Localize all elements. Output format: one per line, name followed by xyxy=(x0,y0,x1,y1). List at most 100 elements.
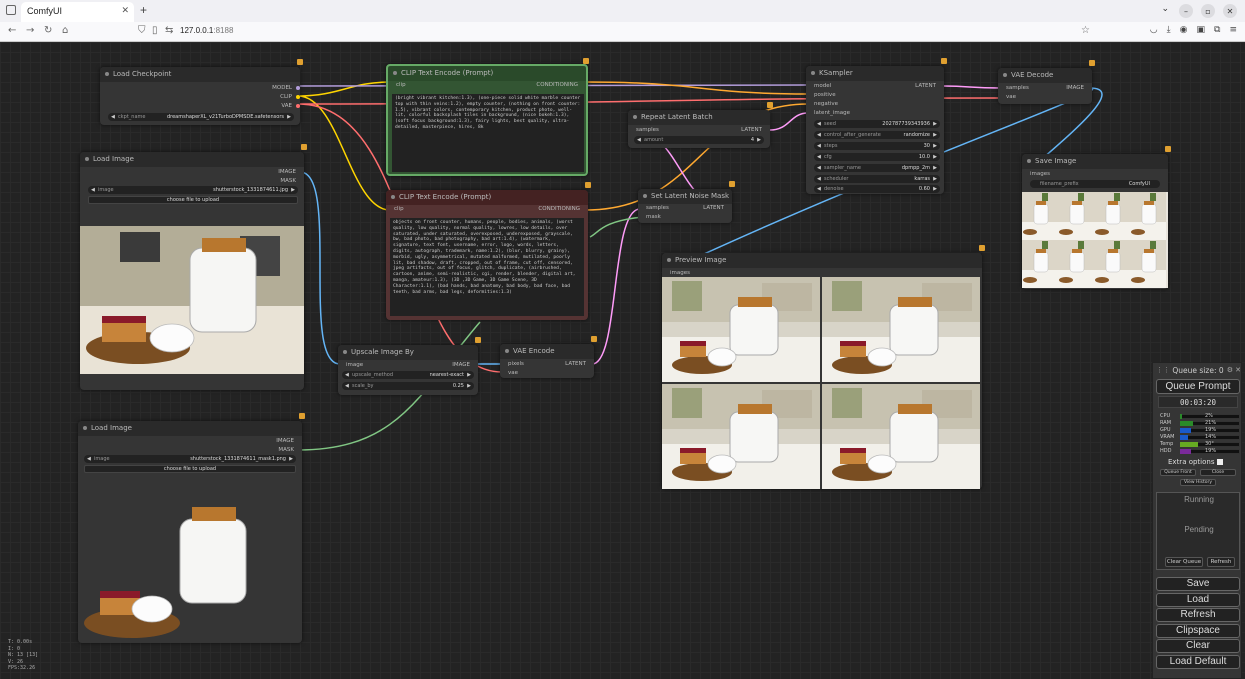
output-image[interactable]: IMAGE xyxy=(276,438,294,444)
input-clip[interactable]: clip xyxy=(394,206,404,212)
drag-handle-icon[interactable]: ⋮⋮ xyxy=(1156,366,1170,374)
node-load-image-2[interactable]: Load Image IMAGE MASK ◀ image shutterstock… xyxy=(78,413,305,643)
close-button[interactable]: Close xyxy=(1200,469,1236,476)
restore-icon[interactable]: ▫ xyxy=(1201,4,1215,18)
arrow-left-icon[interactable]: ◀ xyxy=(111,114,115,120)
node-repeat-latent-batch[interactable]: Repeat Latent Batch samples LATENT ◀ amou… xyxy=(628,102,773,148)
screenshot-icon[interactable]: ▣ xyxy=(1197,25,1206,35)
output-dot[interactable] xyxy=(296,95,300,99)
close-window-icon[interactable]: ✕ xyxy=(1223,4,1237,18)
output-latent[interactable]: LATENT xyxy=(703,205,724,211)
node-vae-decode[interactable]: VAE Decode samples vae IMAGE xyxy=(998,60,1095,104)
menu-icon[interactable]: ≡ xyxy=(1229,25,1237,35)
ckpt-name-combo[interactable]: ◀ ckpt_name dreamshaperXL_v21TurboDPMSDE… xyxy=(108,113,294,121)
node-save-image[interactable]: Save Image images filename_prefix ComfyUI xyxy=(1022,146,1171,289)
input-samples[interactable]: samples xyxy=(1006,85,1029,91)
view-history-button[interactable]: View History xyxy=(1180,479,1216,486)
image-combo[interactable]: ◀ image shutterstock_1331874611.jpg ▶ xyxy=(88,186,298,194)
node-ksampler[interactable]: KSampler model positive negative latent_… xyxy=(806,58,947,194)
clipspace-button[interactable]: Clipspace xyxy=(1156,624,1240,638)
shield-icon[interactable]: ⛉ xyxy=(138,25,146,36)
denoise-widget[interactable]: ◀ denoise 0.60 ▶ xyxy=(814,185,940,193)
account-icon[interactable]: ◉ xyxy=(1180,25,1188,35)
output-latent[interactable]: LATENT xyxy=(565,361,586,367)
filename-prefix-widget[interactable]: filename_prefix ComfyUI xyxy=(1030,180,1160,188)
node-preview-image[interactable]: Preview Image images xyxy=(662,245,985,489)
save-button[interactable]: Save xyxy=(1156,577,1240,591)
input-vae[interactable]: vae xyxy=(1006,94,1016,100)
upload-button[interactable]: choose file to upload xyxy=(88,196,298,204)
preview-images-grid[interactable] xyxy=(662,277,982,489)
output-image[interactable]: IMAGE xyxy=(278,169,296,175)
input-latent-image[interactable]: latent_image xyxy=(814,110,850,116)
output-vae[interactable]: VAE xyxy=(281,103,292,109)
upscale-method-widget[interactable]: ◀ upscale_method nearest-exact ▶ xyxy=(342,371,474,379)
bookmark-star-icon[interactable]: ☆ xyxy=(1081,25,1090,36)
input-pixels[interactable]: pixels xyxy=(508,361,524,367)
output-latent[interactable]: LATENT xyxy=(915,83,936,89)
input-model[interactable]: model xyxy=(814,83,831,89)
output-mask[interactable]: MASK xyxy=(278,447,294,453)
input-positive[interactable]: positive xyxy=(814,92,836,98)
amount-widget[interactable]: ◀ amount 4 ▶ xyxy=(634,136,764,144)
input-vae[interactable]: vae xyxy=(508,370,518,376)
input-mask[interactable]: mask xyxy=(646,214,661,220)
pocket-icon[interactable]: ◡ xyxy=(1150,25,1158,35)
control-after-generate-widget[interactable]: ◀ control_after_generate randomize ▶ xyxy=(814,131,940,139)
scale-by-widget[interactable]: ◀ scale_by 0.25 ▶ xyxy=(342,382,474,390)
output-mask[interactable]: MASK xyxy=(280,178,296,184)
arrow-right-icon[interactable]: ▶ xyxy=(287,114,291,120)
node-load-checkpoint[interactable]: Load Checkpoint MODEL CLIP VAE ◀ ckpt_na… xyxy=(100,59,303,125)
chevron-down-icon[interactable]: ⌄ xyxy=(1161,4,1169,14)
output-conditioning[interactable]: CONDITIONING xyxy=(536,82,578,88)
input-negative[interactable]: negative xyxy=(814,101,838,107)
home-icon[interactable]: ⌂ xyxy=(62,25,68,36)
output-image[interactable]: IMAGE xyxy=(452,362,470,368)
extensions-icon[interactable]: ⧉ xyxy=(1214,25,1220,35)
clear-button[interactable]: Clear xyxy=(1156,639,1240,653)
output-dot[interactable] xyxy=(296,104,300,108)
node-clip-text-encode-positive[interactable]: CLIP Text Encode (Prompt) clip CONDITION… xyxy=(386,58,589,176)
node-load-image-1[interactable]: Load Image IMAGE MASK ◀ image shutterstock… xyxy=(80,144,307,390)
seed-widget[interactable]: ◀ seed 202787739343936 ▶ xyxy=(814,120,940,128)
extra-options-checkbox[interactable] xyxy=(1217,459,1224,465)
tab-overview-icon[interactable] xyxy=(6,5,16,15)
node-set-latent-noise-mask[interactable]: Set Latent Noise Mask samples mask LATEN… xyxy=(638,181,735,223)
load-default-button[interactable]: Load Default xyxy=(1156,655,1240,669)
minimize-icon[interactable]: – xyxy=(1179,4,1193,18)
input-images[interactable]: images xyxy=(670,270,690,276)
forward-icon[interactable]: → xyxy=(26,25,34,36)
output-latent[interactable]: LATENT xyxy=(741,127,762,133)
close-icon[interactable]: ✕ xyxy=(1235,366,1241,374)
refresh-button[interactable]: Refresh xyxy=(1156,608,1240,622)
steps-widget[interactable]: ◀ steps 30 ▶ xyxy=(814,142,940,150)
scheduler-widget[interactable]: ◀ scheduler karras ▶ xyxy=(814,175,940,183)
upload-button[interactable]: choose file to upload xyxy=(84,465,296,473)
gear-icon[interactable]: ⚙ xyxy=(1227,366,1233,374)
sampler-name-widget[interactable]: ◀ sampler_name dpmpp_2m ▶ xyxy=(814,164,940,172)
download-icon[interactable]: ⤓ xyxy=(1167,25,1171,35)
new-tab-icon[interactable]: + xyxy=(140,3,147,17)
cfg-widget[interactable]: ◀ cfg 10.0 ▶ xyxy=(814,153,940,161)
input-clip[interactable]: clip xyxy=(396,82,406,88)
load-button[interactable]: Load xyxy=(1156,593,1240,607)
negative-prompt-textarea[interactable]: objects on front counter, humans, people… xyxy=(390,218,584,316)
image-combo[interactable]: ◀ image shutterstock_1331874611_mask1.png ▶ xyxy=(84,455,296,463)
clear-queue-button[interactable]: Clear Queue xyxy=(1165,557,1203,567)
node-clip-text-encode-negative[interactable]: CLIP Text Encode (Prompt) clip CONDITION… xyxy=(386,182,591,320)
input-images[interactable]: images xyxy=(1030,171,1050,177)
queue-front-button[interactable]: Queue Front xyxy=(1160,469,1196,476)
node-vae-encode[interactable]: VAE Encode pixels vae LATENT xyxy=(500,336,597,378)
extra-options-toggle[interactable]: Extra options xyxy=(1168,458,1224,466)
refresh-queue-button[interactable]: Refresh xyxy=(1207,557,1235,567)
url-bar[interactable]: 127.0.0.1:8188 xyxy=(180,26,233,35)
output-image[interactable]: IMAGE xyxy=(1066,85,1084,91)
close-tab-icon[interactable]: ✕ xyxy=(121,5,129,16)
back-icon[interactable]: ← xyxy=(8,25,16,36)
output-conditioning[interactable]: CONDITIONING xyxy=(538,206,580,212)
output-model[interactable]: MODEL xyxy=(272,85,292,91)
queue-prompt-button[interactable]: Queue Prompt xyxy=(1156,379,1240,394)
page-icon[interactable]: ▯ xyxy=(152,25,158,36)
prompt-textarea[interactable]: (bright vibrant kitchen:1.3), (one-piece… xyxy=(392,94,584,172)
output-dot[interactable] xyxy=(296,86,300,90)
